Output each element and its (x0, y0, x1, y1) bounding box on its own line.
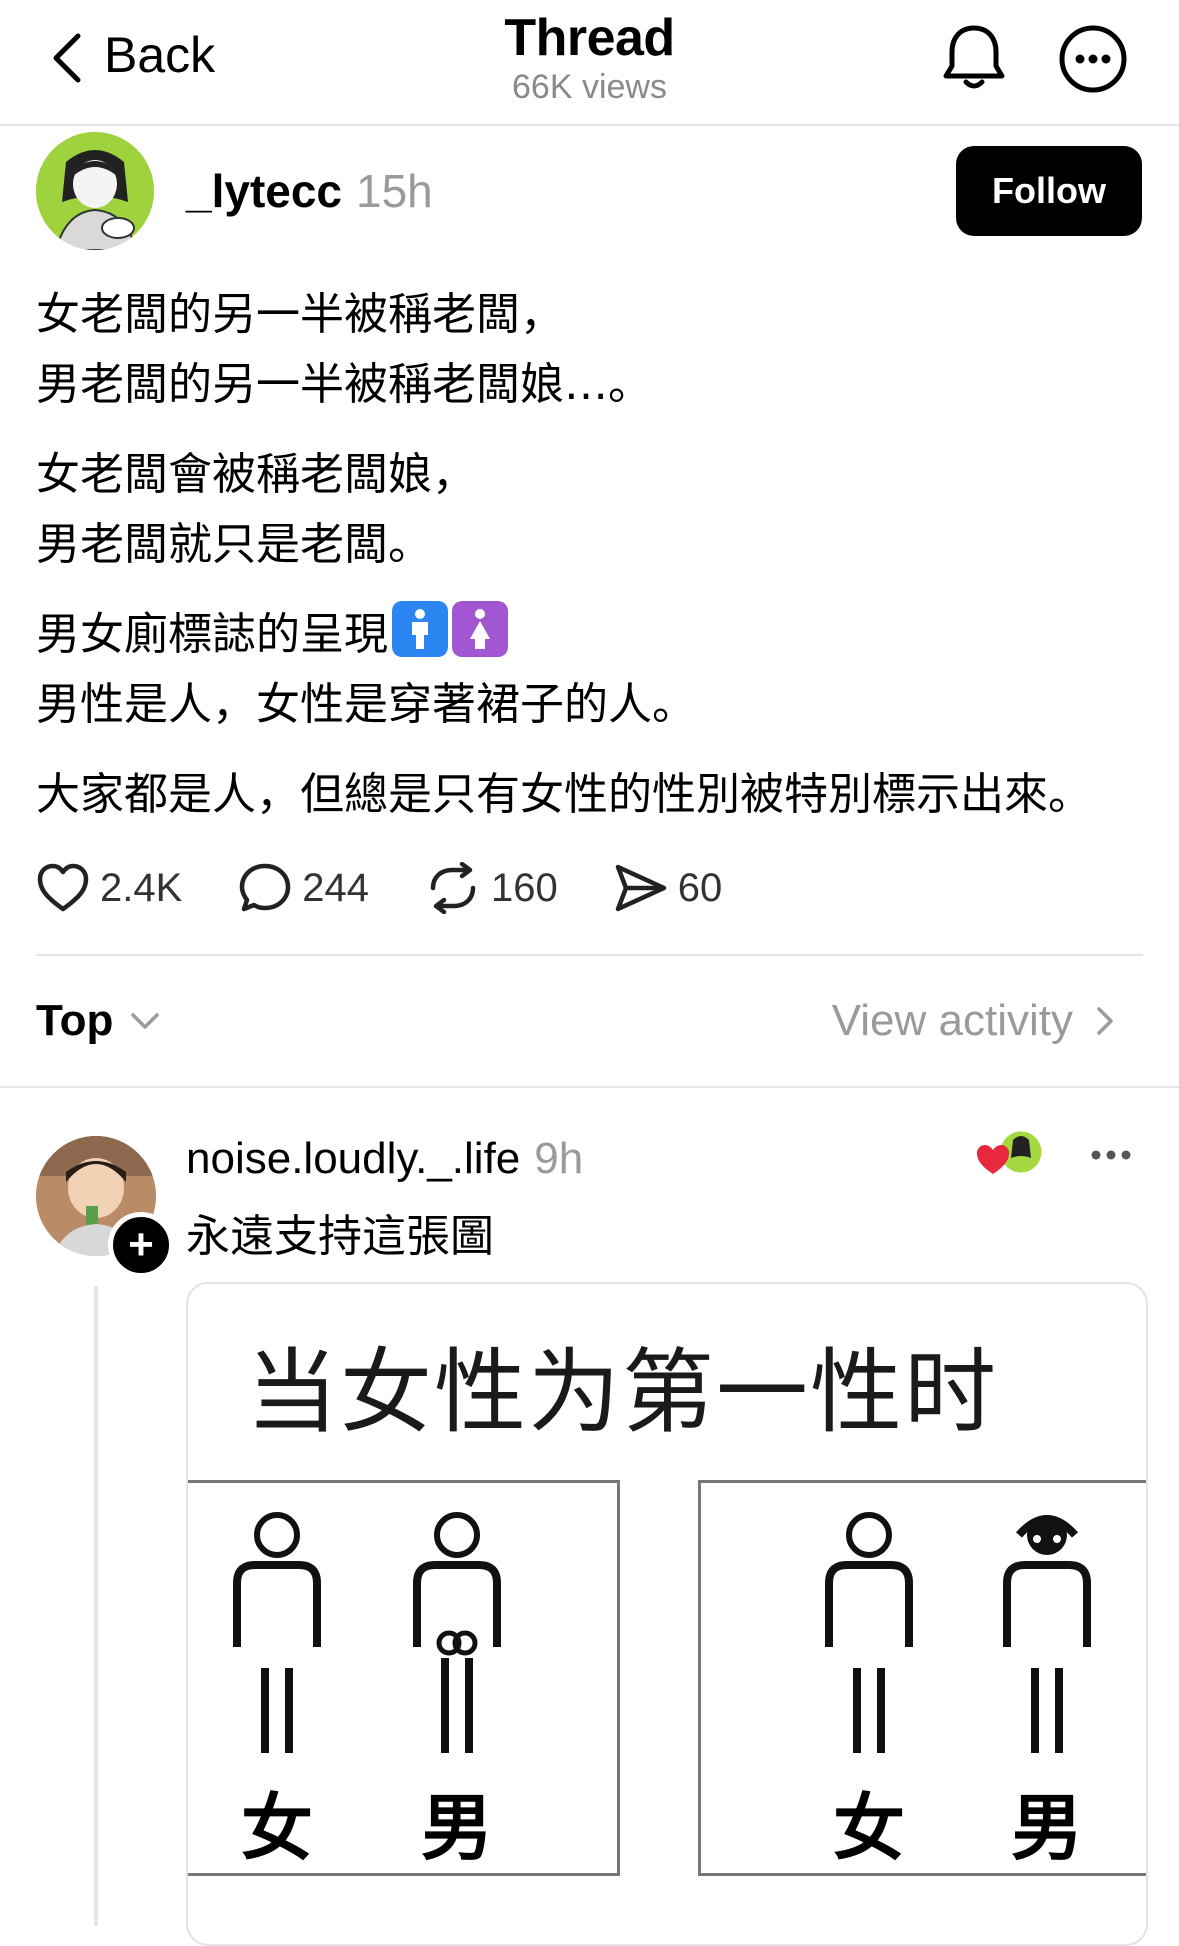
reply-author[interactable]: noise.loudly._.life 9h (186, 1134, 583, 1184)
heart-icon (37, 863, 89, 912)
sort-label: Top (36, 996, 114, 1045)
image-title: 当女性为第一性时 (246, 1339, 999, 1446)
sort-dropdown[interactable]: Top (36, 996, 165, 1046)
post-line: 男女廁標誌的呈現 (36, 609, 388, 660)
comment-count: 244 (302, 865, 370, 910)
male-label: 男 (421, 1786, 494, 1870)
post-line: 男性是人，女性是穿著裙子的人。 (36, 679, 696, 730)
username[interactable]: _lytecc (186, 165, 342, 217)
image-panel-right: 女 男 (698, 1480, 1146, 1876)
follow-button[interactable]: Follow (956, 146, 1142, 236)
thread-line (94, 1286, 98, 1926)
like-button[interactable]: 2.4K (36, 863, 182, 913)
post-line-with-icons: 男女廁標誌的呈現 (36, 600, 1146, 670)
image-panel-left: 女 男 (188, 1480, 620, 1876)
follow-plus-button[interactable]: + (108, 1212, 174, 1278)
repost-button[interactable]: 160 (425, 862, 558, 914)
female-label: 女 (833, 1786, 906, 1870)
post-line: 女老闆的另一半被稱老闆， (36, 289, 564, 340)
divider (36, 954, 1143, 956)
share-count: 60 (677, 865, 723, 910)
post-line: 女老闆會被稱老闆娘， (36, 449, 476, 500)
male-label: 男 (1011, 1786, 1084, 1870)
chevron-down-icon (131, 1013, 160, 1029)
reply-time: 9h (534, 1134, 584, 1183)
avatar[interactable] (36, 132, 154, 250)
post-time: 15h (356, 165, 433, 217)
post-line: 男老闆就只是老闆。 (36, 519, 432, 570)
view-activity-link[interactable]: View activity (832, 996, 1123, 1046)
repost-count: 160 (491, 865, 558, 910)
avatar-illustration (36, 132, 154, 250)
post-actions: 2.4K 244 160 60 (36, 852, 778, 924)
more-options-icon[interactable] (1086, 1130, 1136, 1180)
mens-room-icon (392, 601, 448, 657)
like-count: 2.4K (100, 865, 183, 910)
post-line: 男老闆的另一半被稱老闆娘…。 (36, 359, 652, 410)
post-author[interactable]: _lytecc 15h (186, 164, 433, 218)
view-activity-label: View activity (831, 996, 1073, 1045)
more-options-icon[interactable] (1058, 24, 1128, 94)
bell-icon[interactable] (940, 22, 1008, 94)
username[interactable]: noise.loudly._.life (186, 1134, 520, 1183)
post-body: 女老闆的另一半被稱老闆， 男老闆的另一半被稱老闆娘…。 女老闆會被稱老闆娘， 男… (36, 280, 1146, 850)
send-icon (615, 864, 667, 912)
comment-button[interactable]: 244 (238, 862, 369, 914)
liked-by-author-icon (977, 1128, 1045, 1176)
female-label: 女 (241, 1786, 314, 1870)
post-line: 大家都是人，但總是只有女性的性別被特別標示出來。 (36, 769, 1092, 820)
reply-text: 永遠支持這張圖 (186, 1211, 494, 1262)
womens-room-icon (452, 601, 508, 657)
divider (0, 1086, 1179, 1088)
comment-icon (240, 863, 291, 912)
repost-icon (430, 862, 476, 914)
chevron-right-icon (1097, 1007, 1113, 1035)
share-button[interactable]: 60 (614, 863, 723, 913)
reply-image[interactable]: 当女性为第一性时 女 男 女 男 (186, 1282, 1148, 1946)
